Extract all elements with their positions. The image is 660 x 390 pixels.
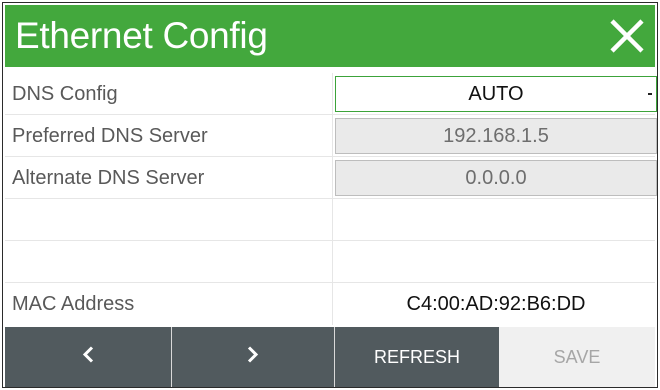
row-mac-address: MAC Address C4:00:AD:92:B6:DD bbox=[5, 283, 655, 325]
dropdown-caret-icon bbox=[648, 93, 652, 95]
chevron-left-icon bbox=[81, 345, 95, 370]
column-divider bbox=[332, 199, 333, 241]
preferred-dns-value: 192.168.1.5 bbox=[443, 125, 549, 147]
save-label: SAVE bbox=[553, 347, 601, 367]
next-button[interactable] bbox=[172, 327, 334, 387]
empty-row-value bbox=[335, 241, 657, 283]
save-button[interactable]: SAVE bbox=[499, 327, 655, 387]
dns-config-label: DNS Config bbox=[12, 83, 118, 105]
mac-address-label: MAC Address bbox=[12, 293, 135, 315]
dialog-title: Ethernet Config bbox=[15, 15, 268, 56]
dns-config-select[interactable]: AUTO bbox=[335, 76, 657, 112]
previous-button[interactable] bbox=[5, 327, 171, 387]
column-divider bbox=[332, 115, 333, 157]
column-divider bbox=[332, 157, 333, 199]
column-divider bbox=[332, 241, 333, 283]
row-preferred-dns: Preferred DNS Server 192.168.1.5 bbox=[5, 115, 657, 157]
alternate-dns-label: Alternate DNS Server bbox=[12, 167, 205, 189]
alternate-dns-field: 0.0.0.0 bbox=[335, 160, 657, 196]
ethernet-config-dialog: Ethernet Config DNS Config AUTO Preferre… bbox=[2, 2, 658, 388]
close-button[interactable] bbox=[605, 14, 649, 58]
preferred-dns-label: Preferred DNS Server bbox=[12, 125, 208, 147]
mac-address-value: C4:00:AD:92:B6:DD bbox=[406, 293, 586, 315]
refresh-label: REFRESH bbox=[373, 347, 460, 367]
preferred-dns-field: 192.168.1.5 bbox=[335, 118, 657, 154]
row-empty bbox=[5, 241, 655, 283]
close-icon bbox=[605, 14, 649, 58]
row-empty bbox=[5, 199, 655, 241]
dns-config-value: AUTO bbox=[468, 83, 524, 105]
chevron-right-icon bbox=[246, 345, 260, 370]
refresh-button[interactable]: REFRESH bbox=[335, 327, 499, 387]
column-divider bbox=[332, 73, 333, 115]
row-alternate-dns: Alternate DNS Server 0.0.0.0 bbox=[5, 157, 657, 199]
alternate-dns-value: 0.0.0.0 bbox=[465, 167, 527, 189]
dialog-header: Ethernet Config bbox=[5, 5, 655, 67]
dialog-footer: REFRESH SAVE bbox=[5, 327, 655, 387]
column-divider bbox=[332, 283, 333, 325]
row-dns-config: DNS Config AUTO bbox=[5, 73, 657, 115]
empty-row-value bbox=[335, 199, 657, 241]
